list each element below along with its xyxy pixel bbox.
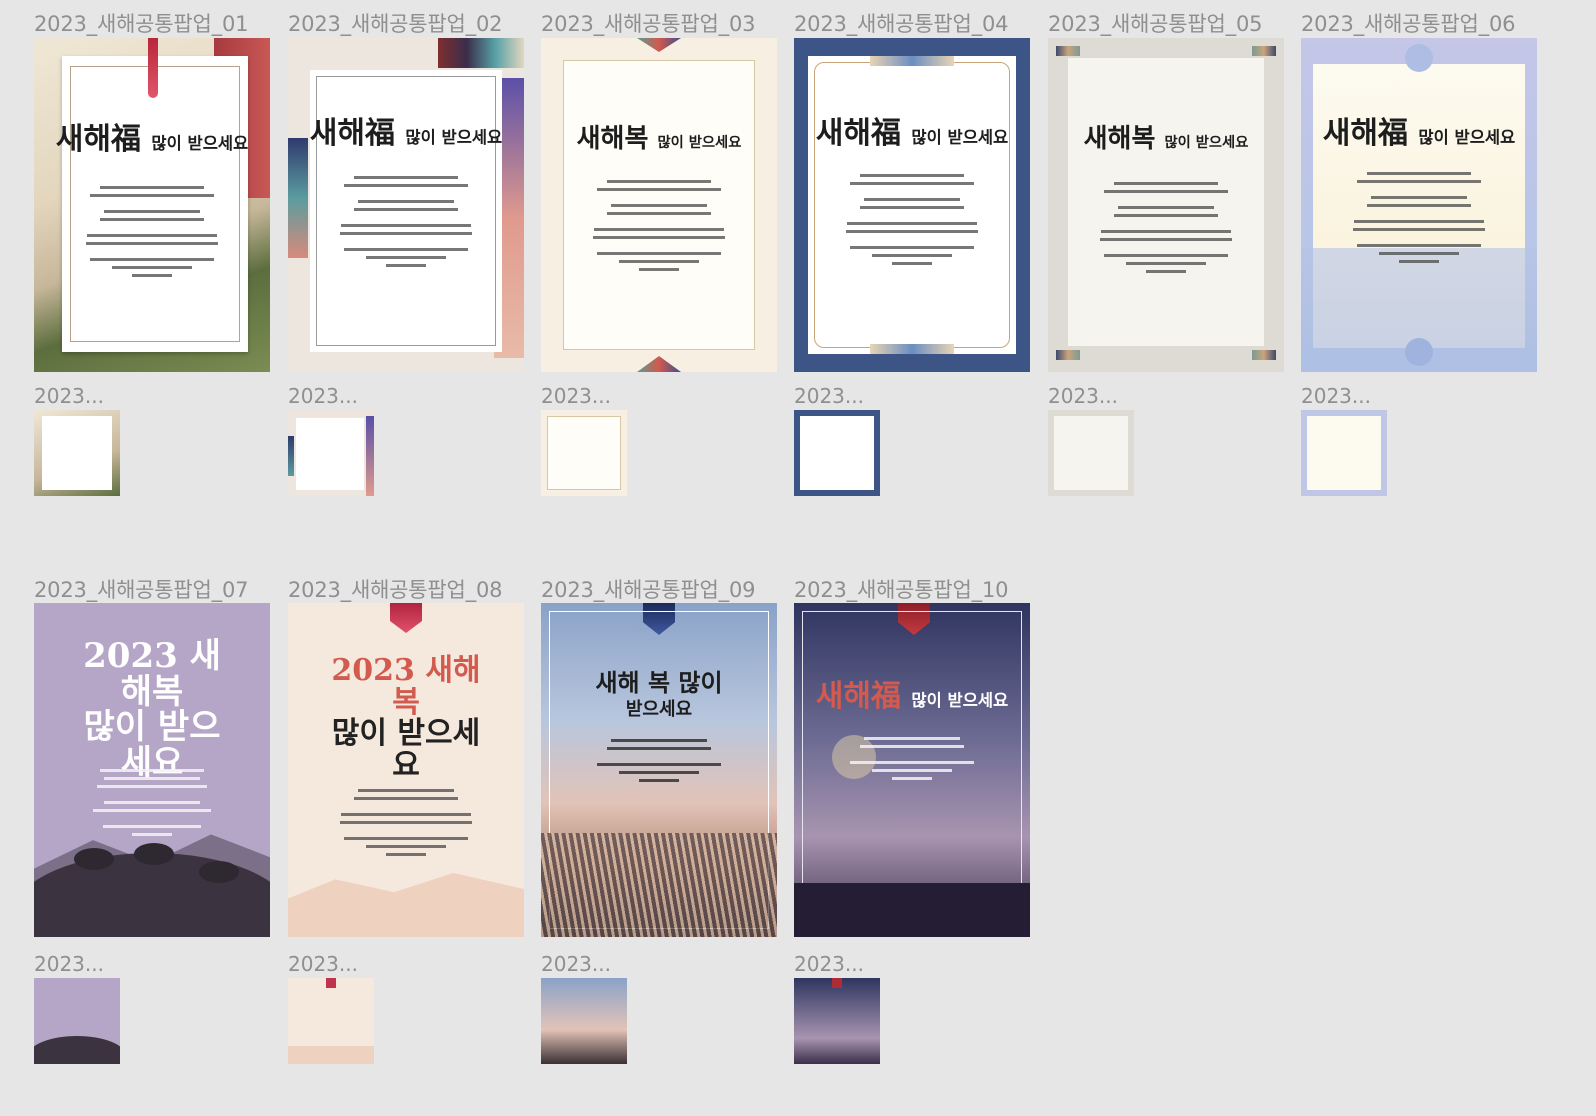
popup-07-artboard[interactable]: 2023 새해복 많이 받으세요 — [34, 603, 270, 937]
thumb-09[interactable] — [541, 978, 627, 1064]
greeting-body — [794, 174, 1030, 270]
greeting-body — [288, 789, 524, 861]
greeting-body — [541, 180, 777, 276]
popup-04-artboard[interactable]: 새해福 많이 받으세요 — [794, 38, 1030, 372]
popup-02-artboard[interactable]: 새해福 많이 받으세요 — [288, 38, 524, 372]
greeting-title: 새해복 많이 받으세요 — [1083, 124, 1249, 154]
greeting-subtitle: 받으세요 — [625, 699, 693, 720]
thumb-10-label[interactable]: 2023... — [794, 952, 864, 976]
pavilion-silhouette — [794, 883, 1030, 937]
greeting-body — [1048, 182, 1284, 278]
greeting-title: 새해福 많이 받으세요 — [55, 122, 249, 157]
greeting-title: 새해福 많이 받으세요 — [309, 116, 503, 151]
popup-10-label[interactable]: 2023_새해공통팝업_10 — [794, 574, 1008, 604]
thumb-04[interactable] — [794, 410, 880, 496]
greeting-title: 2023 새해복 많이 받으세요 — [83, 636, 221, 784]
greeting-title: 새해복 많이 받으세요 — [576, 124, 742, 154]
greeting-title: 2023 새해복 많이 받으세요 — [331, 653, 481, 783]
thumb-01[interactable] — [34, 410, 120, 496]
popup-03-label[interactable]: 2023_새해공통팝업_03 — [541, 8, 755, 38]
popup-01-label[interactable]: 2023_새해공통팝업_01 — [34, 8, 248, 38]
popup-09-label[interactable]: 2023_새해공통팝업_09 — [541, 574, 755, 604]
thumb-10[interactable] — [794, 978, 880, 1064]
thumb-09-label[interactable]: 2023... — [541, 952, 611, 976]
popup-09-artboard[interactable]: 새해 복 많이 받으세요 — [541, 603, 777, 937]
popup-07-label[interactable]: 2023_새해공통팝업_07 — [34, 574, 248, 604]
greeting-body — [541, 739, 777, 787]
thumb-08[interactable] — [288, 978, 374, 1064]
thumb-05-label[interactable]: 2023... — [1048, 384, 1118, 408]
thumb-03[interactable] — [541, 410, 627, 496]
thumb-01-label[interactable]: 2023... — [34, 384, 104, 408]
popup-08-artboard[interactable]: 2023 새해복 많이 받으세요 — [288, 603, 524, 937]
popup-02-label[interactable]: 2023_새해공통팝업_02 — [288, 8, 502, 38]
thumb-06[interactable] — [1301, 410, 1387, 496]
greeting-body — [1301, 172, 1537, 268]
thumb-03-label[interactable]: 2023... — [541, 384, 611, 408]
rabbit-silhouette — [134, 843, 174, 865]
greeting-body — [34, 186, 270, 282]
popup-08-label[interactable]: 2023_새해공통팝업_08 — [288, 574, 502, 604]
greeting-body — [794, 737, 1030, 785]
thumb-07-label[interactable]: 2023... — [34, 952, 104, 976]
greeting-title: 새해福 많이 받으세요 — [815, 116, 1009, 151]
thumb-05[interactable] — [1048, 410, 1134, 496]
ribbon-ornament — [390, 603, 422, 633]
greeting-title: 새해福 많이 받으세요 — [815, 679, 1009, 714]
tassel-ornament — [148, 38, 158, 98]
thumb-08-label[interactable]: 2023... — [288, 952, 358, 976]
thumb-04-label[interactable]: 2023... — [794, 384, 864, 408]
thumb-07[interactable] — [34, 978, 120, 1064]
greeting-body — [34, 769, 270, 841]
popup-06-artboard[interactable]: 새해福 많이 받으세요 — [1301, 38, 1537, 372]
thumb-06-label[interactable]: 2023... — [1301, 384, 1371, 408]
rabbit-silhouette — [199, 861, 239, 883]
rabbit-silhouette — [74, 848, 114, 870]
greeting-title: 새해福 많이 받으세요 — [1322, 116, 1516, 151]
popup-06-label[interactable]: 2023_새해공통팝업_06 — [1301, 8, 1515, 38]
greeting-body — [288, 176, 524, 272]
thumb-02[interactable] — [288, 410, 374, 496]
popup-01-artboard[interactable]: 새해福 많이 받으세요 — [34, 38, 270, 372]
greeting-title: 새해 복 많이 — [595, 668, 723, 697]
popup-03-artboard[interactable]: 새해복 많이 받으세요 — [541, 38, 777, 372]
popup-05-artboard[interactable]: 새해복 많이 받으세요 — [1048, 38, 1284, 372]
popup-04-label[interactable]: 2023_새해공통팝업_04 — [794, 8, 1008, 38]
popup-10-artboard[interactable]: 새해福 많이 받으세요 — [794, 603, 1030, 937]
thumb-02-label[interactable]: 2023... — [288, 384, 358, 408]
popup-05-label[interactable]: 2023_새해공통팝업_05 — [1048, 8, 1262, 38]
reeds-field — [541, 833, 777, 937]
